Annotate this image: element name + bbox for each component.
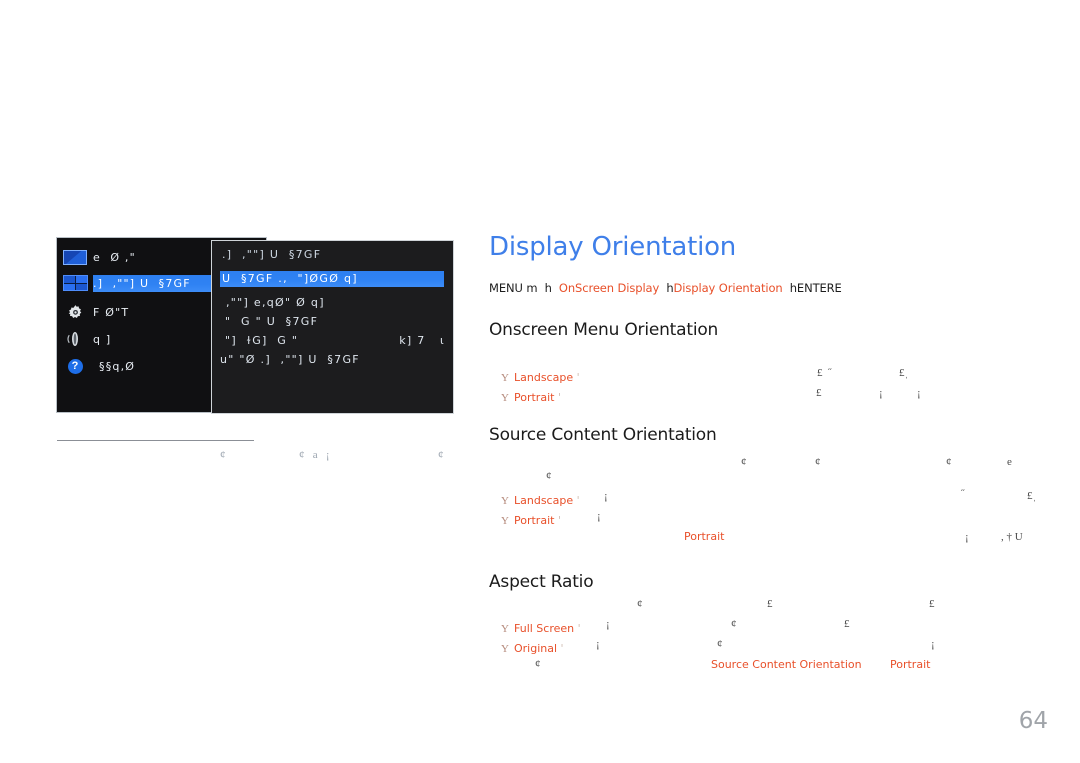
option-label: Portrait bbox=[514, 391, 555, 404]
option-label: Portrait bbox=[514, 514, 555, 527]
stray-glyph: ¡ bbox=[879, 387, 883, 399]
stray-glyph: ¢ bbox=[535, 658, 541, 670]
stray-glyph: £ˌ bbox=[1027, 490, 1037, 502]
stray-glyph: £ bbox=[816, 387, 822, 399]
section-heading: Source Content Orientation bbox=[489, 425, 717, 445]
stray-glyph: ¢ bbox=[731, 618, 737, 630]
page-title: Display Orientation bbox=[489, 232, 737, 262]
caption-glyph: ¢ bbox=[438, 449, 444, 461]
osd-menu-item-label: q ] bbox=[93, 332, 112, 346]
stray-glyph: ¢ bbox=[741, 456, 747, 468]
sound-icon bbox=[57, 326, 93, 352]
osd-submenu-item-5[interactable]: u" "Ø .] ,""] U §7GF bbox=[220, 353, 360, 366]
stray-glyph: ¡ bbox=[931, 638, 935, 650]
caption-divider bbox=[57, 440, 254, 441]
option-bullet-icon: Y bbox=[501, 495, 509, 507]
section-heading: Onscreen Menu Orientation bbox=[489, 320, 719, 340]
option-tick-glyph: ' bbox=[554, 391, 561, 404]
breadcrumb-suffix: hENTERE bbox=[782, 281, 842, 295]
stray-glyph: ¢ bbox=[815, 456, 821, 468]
option-tick-glyph: ' bbox=[574, 622, 581, 635]
breadcrumb: MENU m h OnScreen Display hDisplay Orien… bbox=[489, 281, 1049, 295]
breadcrumb-link-onscreen-display[interactable]: OnScreen Display bbox=[559, 281, 659, 295]
stray-glyph: ¢ bbox=[546, 470, 552, 482]
stray-glyph: £ bbox=[767, 598, 773, 610]
osd-menu-item-label: F Ø"T bbox=[93, 305, 130, 319]
option-item[interactable]: Y Original ' bbox=[501, 639, 564, 659]
inline-reference-link[interactable]: Portrait bbox=[890, 658, 930, 671]
stray-glyph: , † U bbox=[1001, 531, 1023, 543]
osd-submenu-panel: .] ,""] U §7GF U §7GF ., "]ØGØ q] ,""] e… bbox=[211, 240, 454, 414]
stray-glyph: ¢ bbox=[637, 598, 643, 610]
osd-submenu-item-4[interactable]: "] ɫG] G " bbox=[225, 334, 298, 347]
option-label: Full Screen bbox=[514, 622, 575, 635]
stray-glyph: £ bbox=[929, 598, 935, 610]
stray-glyph: ¡ bbox=[604, 490, 608, 502]
option-tick-glyph: ' bbox=[573, 371, 580, 384]
option-item[interactable]: Y Portrait ' bbox=[501, 388, 561, 408]
stray-glyph: ¡ bbox=[965, 531, 969, 543]
option-item[interactable]: Y Portrait ' bbox=[501, 511, 561, 531]
grid-icon bbox=[57, 270, 93, 296]
option-label: Landscape bbox=[514, 494, 574, 507]
caption-glyph: ¢ a ¡ bbox=[299, 449, 330, 461]
option-tick-glyph: ' bbox=[554, 514, 561, 527]
stray-glyph: ¡ bbox=[606, 618, 610, 630]
option-item[interactable]: Y Full Screen ' bbox=[501, 619, 581, 639]
page-number: 64 bbox=[1018, 708, 1048, 734]
osd-menu-item-label: .] ,""] U §7GF bbox=[93, 276, 191, 290]
stray-glyph: £ bbox=[844, 618, 850, 630]
article-column: Display Orientation MENU m h OnScreen Di… bbox=[489, 232, 1049, 295]
option-label: Landscape bbox=[514, 371, 574, 384]
stray-glyph: ˝ bbox=[961, 488, 965, 500]
inline-reference-link[interactable]: Portrait bbox=[684, 530, 724, 543]
osd-submenu-item-display-orientation[interactable]: U §7GF ., "]ØGØ q] bbox=[222, 272, 358, 285]
stray-glyph: ¡ bbox=[597, 510, 601, 522]
option-bullet-icon: Y bbox=[501, 643, 509, 655]
osd-submenu-item-2[interactable]: ,""] e,qØ" Ø q] bbox=[226, 296, 325, 309]
osd-screenshot: e Ø ," .] ,""] U §7GF F Ø"T q] ? §§q,Ø … bbox=[56, 237, 454, 414]
option-tick-glyph: ' bbox=[557, 642, 564, 655]
stray-glyph: e bbox=[1007, 456, 1012, 468]
gear-icon bbox=[57, 299, 93, 325]
breadcrumb-separator: h bbox=[659, 281, 674, 295]
option-bullet-icon: Y bbox=[501, 392, 509, 404]
stray-glyph: ¢ bbox=[717, 638, 723, 650]
stray-glyph: £ˌ bbox=[899, 367, 909, 379]
option-item[interactable]: Y Landscape ' bbox=[501, 368, 580, 388]
option-bullet-icon: Y bbox=[501, 372, 509, 384]
option-label: Original bbox=[514, 642, 558, 655]
stray-glyph: ¡ bbox=[596, 638, 600, 650]
breadcrumb-link-display-orientation[interactable]: Display Orientation bbox=[674, 281, 783, 295]
stray-glyph: £ ˝ bbox=[817, 367, 832, 379]
osd-submenu-item-4-value: k] 7 ɩ bbox=[399, 334, 445, 347]
osd-submenu-heading: .] ,""] U §7GF bbox=[222, 248, 322, 261]
option-tick-glyph: ' bbox=[573, 494, 580, 507]
stray-glyph: ¡ bbox=[917, 387, 921, 399]
section-heading: Aspect Ratio bbox=[489, 572, 594, 592]
breadcrumb-prefix: MENU m h bbox=[489, 281, 559, 295]
help-icon: ? bbox=[57, 353, 93, 379]
option-bullet-icon: Y bbox=[501, 623, 509, 635]
osd-submenu-item-3[interactable]: " G " U §7GF bbox=[225, 315, 318, 328]
osd-menu-item-label: §§q,Ø bbox=[99, 359, 136, 373]
caption-glyph: ¢ bbox=[220, 449, 226, 461]
option-bullet-icon: Y bbox=[501, 515, 509, 527]
osd-menu-item-label: e Ø ," bbox=[93, 250, 136, 264]
option-item[interactable]: Y Landscape ' bbox=[501, 491, 580, 511]
stray-glyph: ¢ bbox=[946, 456, 952, 468]
picture-icon bbox=[57, 244, 93, 270]
inline-reference-link[interactable]: Source Content Orientation bbox=[711, 658, 862, 671]
